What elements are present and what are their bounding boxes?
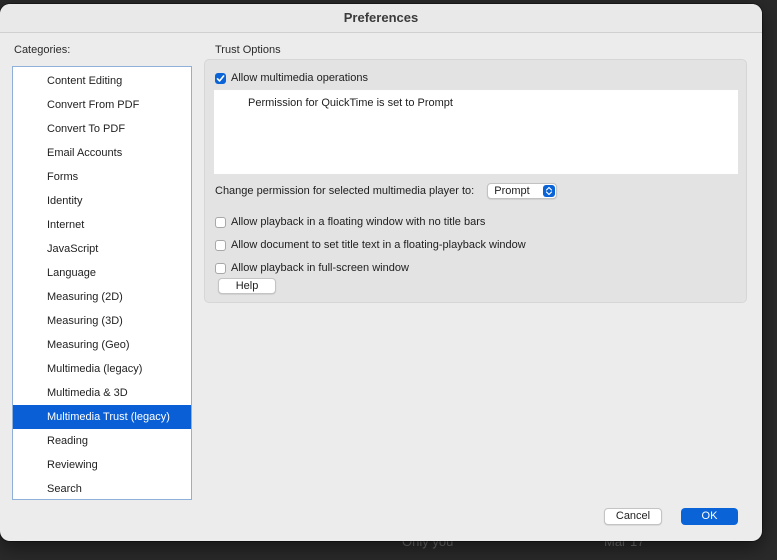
title-text-label: Allow document to set title text in a fl… bbox=[231, 239, 526, 251]
permission-select[interactable]: Prompt bbox=[487, 183, 558, 199]
category-item[interactable]: Multimedia Trust (legacy) bbox=[13, 405, 191, 429]
category-item[interactable]: Identity bbox=[13, 189, 191, 213]
category-item[interactable]: Measuring (3D) bbox=[13, 309, 191, 333]
allow-multimedia-checkbox[interactable] bbox=[215, 72, 226, 84]
categories-label: Categories: bbox=[14, 44, 71, 56]
category-item[interactable]: Measuring (Geo) bbox=[13, 333, 191, 357]
permission-select-value: Prompt bbox=[494, 185, 530, 197]
category-item[interactable]: Multimedia & 3D bbox=[13, 381, 191, 405]
category-item[interactable]: Convert From PDF bbox=[13, 93, 191, 117]
category-item[interactable]: Language bbox=[13, 261, 191, 285]
category-item[interactable]: JavaScript bbox=[13, 237, 191, 261]
title-text-checkbox-row[interactable]: Allow document to set title text in a fl… bbox=[215, 237, 526, 253]
floating-window-label: Allow playback in a floating window with… bbox=[231, 216, 486, 228]
category-item[interactable]: Forms bbox=[13, 165, 191, 189]
ok-button[interactable]: OK bbox=[681, 508, 738, 525]
cancel-button[interactable]: Cancel bbox=[604, 508, 662, 525]
floating-window-checkbox-row[interactable]: Allow playback in a floating window with… bbox=[215, 214, 485, 230]
full-screen-label: Allow playback in full-screen window bbox=[231, 262, 409, 274]
updown-arrows-icon bbox=[543, 185, 556, 197]
checkmark-icon bbox=[216, 74, 225, 82]
category-item[interactable]: Email Accounts bbox=[13, 141, 191, 165]
permission-list-item[interactable]: Permission for QuickTime is set to Promp… bbox=[248, 97, 738, 109]
category-item[interactable]: Multimedia (legacy) bbox=[13, 357, 191, 381]
allow-multimedia-label: Allow multimedia operations bbox=[231, 72, 368, 84]
title-text-checkbox[interactable] bbox=[215, 239, 226, 251]
category-item[interactable]: Search bbox=[13, 477, 191, 501]
category-item[interactable]: Internet bbox=[13, 213, 191, 237]
category-item[interactable]: Convert To PDF bbox=[13, 117, 191, 141]
floating-window-checkbox[interactable] bbox=[215, 216, 226, 228]
trust-options-label: Trust Options bbox=[215, 44, 281, 56]
preferences-window: Preferences Categories: Content Editing C… bbox=[0, 4, 762, 541]
category-list[interactable]: Content Editing Convert From PDF Convert T… bbox=[12, 66, 192, 500]
change-permission-row: Change permission for selected multimedi… bbox=[215, 183, 558, 199]
category-item[interactable]: Measuring (2D) bbox=[13, 285, 191, 309]
full-screen-checkbox[interactable] bbox=[215, 262, 226, 274]
category-item[interactable]: Reviewing bbox=[13, 453, 191, 477]
trust-options-group: Allow multimedia operations Permission f… bbox=[204, 59, 747, 303]
change-permission-label: Change permission for selected multimedi… bbox=[215, 185, 475, 197]
allow-multimedia-checkbox-row[interactable]: Allow multimedia operations bbox=[215, 70, 368, 86]
window-title: Preferences bbox=[0, 4, 762, 33]
category-item[interactable]: Reading bbox=[13, 429, 191, 453]
full-screen-checkbox-row[interactable]: Allow playback in full-screen window bbox=[215, 260, 409, 276]
category-item[interactable]: Content Editing bbox=[13, 69, 191, 93]
help-button[interactable]: Help bbox=[218, 278, 276, 294]
permission-list[interactable]: Permission for QuickTime is set to Promp… bbox=[214, 90, 738, 174]
